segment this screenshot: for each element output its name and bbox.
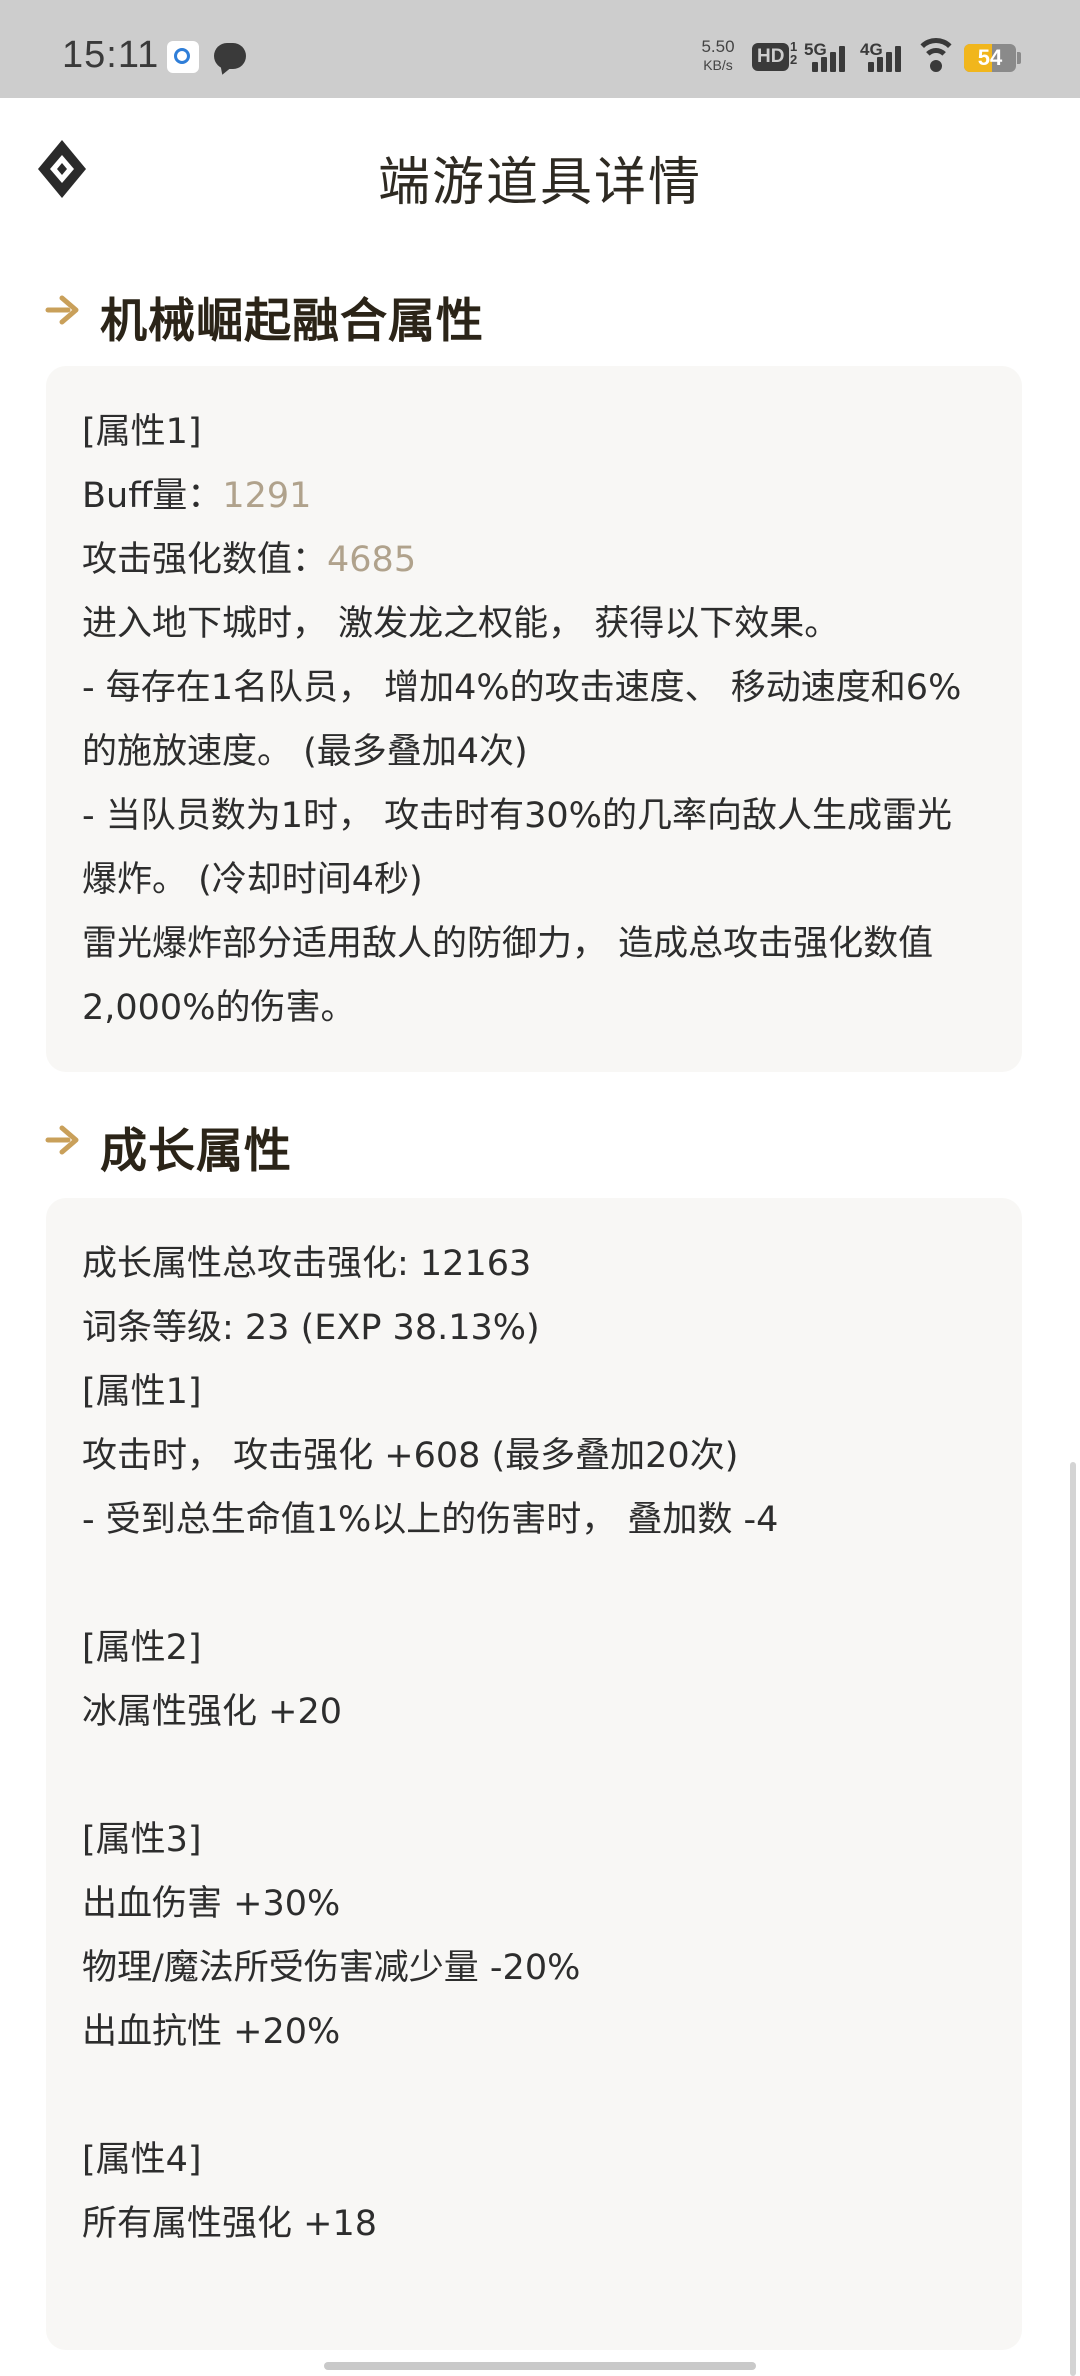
attribute-line: - 当队员数为1时， 攻击时有30%的几率向敌人生成雷光 [82,796,952,836]
attack-boost-label: 攻击强化数值： [82,540,328,580]
attribute-line: - 受到总生命值1%以上的伤害时， 叠加数 -4 [82,1500,779,1540]
sim1-signal-icon [812,44,848,72]
attribute-line: 冰属性强化 +20 [82,1692,342,1732]
buff-line: Buff量：1291 [82,464,986,528]
chat-bubble-icon [214,43,246,69]
fusion-attributes-card: [属性1] Buff量：1291 攻击强化数值：4685 进入地下城时， 激发龙… [46,366,1022,1072]
attribute-line: 出血抗性 +20% [82,2012,341,2052]
attribute-line: 雷光爆炸部分适用敌人的防御力， 造成总攻击强化数值 [82,924,934,964]
attribute-line: 2,000%的伤害。 [82,988,356,1028]
network-speed-value: 5.50 [701,37,735,56]
attribute-line: 出血伤害 +30% [82,1884,341,1924]
attribute-line: 的施放速度。 (最多叠加4次) [82,732,528,772]
growth-attributes-card: 成长属性总攻击强化: 12163 词条等级: 23 (EXP 38.13%) [… [46,1198,1022,2350]
attribute-line: 攻击时， 攻击强化 +608 (最多叠加20次) [82,1436,739,1476]
attribute-line: [属性3] [82,1820,202,1860]
buff-value: 1291 [222,476,312,516]
attack-boost-line: 攻击强化数值：4685 [82,528,986,592]
attribute-line: 爆炸。 (冷却时间4秒) [82,860,423,900]
attribute-line: 所有属性强化 +18 [82,2204,377,2244]
arrow-right-icon [44,1122,84,1158]
network-speed: 5.50 KB/s [694,38,742,74]
attribute-line: [属性4] [82,2140,202,2180]
battery-percentage: 54 [977,45,1003,70]
attribute-line: 词条等级: 23 (EXP 38.13%) [82,1308,540,1348]
attribute-line: 进入地下城时， 激发龙之权能， 获得以下效果。 [82,604,840,644]
hd-sim-indicator: 1 2 [790,39,798,67]
battery-icon: 54 [964,44,1016,72]
network-speed-unit: KB/s [703,57,733,73]
section-title: 成长属性 [100,1124,292,1179]
attribute-line: 成长属性总攻击强化: 12163 [82,1244,532,1284]
status-time: 15:11 [62,34,160,76]
scrollbar[interactable] [1070,1462,1076,2376]
wifi-icon [914,38,958,74]
attribute-line: [属性1] [82,412,202,452]
page-title: 端游道具详情 [377,153,702,213]
battery-terminal [1017,52,1021,64]
buff-label: Buff量： [82,476,223,516]
attribute-line: 物理/魔法所受伤害减少量 -20% [82,1948,581,1988]
qq-icon [167,41,199,73]
section-title: 机械崛起融合属性 [100,294,484,349]
attribute-line: [属性2] [82,1628,202,1668]
app-header: 端游道具详情 [0,98,1080,248]
home-indicator[interactable] [324,2362,756,2370]
attribute-line: [属性1] [82,1372,202,1412]
attribute-line: - 每存在1名队员， 增加4%的攻击速度、 移动速度和6% [82,668,962,708]
hd-voice-icon: HD [752,43,790,71]
sim2-signal-icon [868,44,904,72]
status-bar: 15:11 5.50 KB/s HD 1 2 5G 4G 54 [0,0,1080,98]
attack-boost-value: 4685 [327,540,417,580]
hd-voice-label: HD [757,46,785,67]
arrow-right-icon [44,292,84,328]
